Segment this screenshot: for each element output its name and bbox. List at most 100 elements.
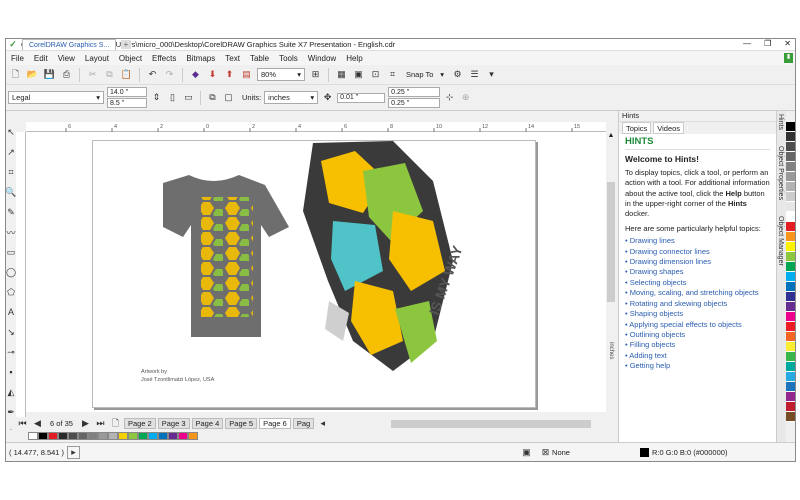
paste-icon[interactable]: 📋 [120, 68, 133, 81]
palette-swatch[interactable] [148, 432, 158, 440]
palette-swatch[interactable] [38, 432, 48, 440]
export-icon[interactable]: ⬆ [223, 68, 236, 81]
menu-file[interactable]: File [6, 54, 29, 63]
palette-swatch[interactable] [786, 392, 795, 402]
palette-swatch[interactable] [786, 232, 795, 242]
palette-swatch[interactable] [786, 132, 795, 142]
status-expand-icon[interactable]: ▸ [67, 446, 81, 459]
palette-swatch[interactable] [786, 272, 795, 282]
palette-swatch[interactable] [786, 142, 795, 152]
side-tab-hints[interactable]: Hints [777, 111, 784, 133]
palette-swatch[interactable] [786, 322, 795, 332]
palette-swatch[interactable] [786, 332, 795, 342]
portrait-icon[interactable]: ▯ [166, 91, 179, 104]
import-icon[interactable]: ⬇ [206, 68, 219, 81]
hint-topic-link[interactable]: • Shaping objects [625, 309, 770, 319]
snap-icon[interactable]: ⌗ [386, 68, 399, 81]
duplicate-y-field[interactable]: 0.25 " [388, 98, 441, 108]
page-tab[interactable]: Pag [292, 418, 315, 429]
rectangle-tool-icon[interactable]: ▭ [6, 242, 16, 262]
add-preset-icon[interactable]: ⊕ [459, 91, 472, 104]
pick-tool-icon[interactable]: ↖ [6, 122, 16, 142]
palette-swatch[interactable] [786, 342, 795, 352]
publish-pdf-icon[interactable]: ▤ [240, 68, 253, 81]
horizontal-ruler[interactable]: 6 4 2 0 2 4 6 8 10 12 14 15 [26, 122, 606, 132]
hint-topic-link[interactable]: • Outlining objects [625, 330, 770, 340]
drawing-canvas[interactable]: IS MY WAY Artwork by José Tzontlimatzi L… [26, 132, 606, 412]
menu-edit[interactable]: Edit [29, 54, 53, 63]
palette-swatch[interactable] [118, 432, 128, 440]
page-width-field[interactable]: 14.0 " [107, 87, 147, 97]
palette-swatch[interactable] [786, 172, 795, 182]
print-icon[interactable]: ⎙ [60, 68, 73, 81]
close-icon[interactable]: ✕ [784, 39, 791, 48]
save-icon[interactable]: 💾 [43, 68, 56, 81]
palette-swatch[interactable] [786, 312, 795, 322]
page-tab[interactable]: Page 4 [191, 418, 224, 429]
hint-topic-link[interactable]: • Getting help [625, 361, 770, 371]
palette-swatch[interactable] [786, 302, 795, 312]
hint-topic-link[interactable]: • Drawing shapes [625, 267, 770, 277]
hint-topic-link[interactable]: • Filling objects [625, 340, 770, 350]
menu-view[interactable]: View [53, 54, 80, 63]
document-tab[interactable]: CorelDRAW Graphics S... [22, 39, 117, 50]
page-tab-active[interactable]: Page 6 [259, 418, 291, 429]
palette-swatch[interactable] [786, 352, 795, 362]
units-select[interactable]: inches ▾ [264, 91, 319, 104]
drawing-page[interactable]: IS MY WAY Artwork by José Tzontlimatzi L… [92, 140, 536, 408]
eyedropper-tool-icon[interactable]: ✒ [6, 402, 16, 422]
full-screen-preview-icon[interactable]: ⊞ [309, 68, 322, 81]
transform-icon[interactable]: ⊹ [443, 91, 456, 104]
freehand-tool-icon[interactable]: ✎ [6, 202, 16, 222]
palette-swatch[interactable] [786, 412, 795, 422]
palette-swatch[interactable] [786, 292, 795, 302]
palette-swatch[interactable] [786, 222, 795, 232]
palette-swatch[interactable] [88, 432, 98, 440]
palette-swatch[interactable] [786, 202, 795, 212]
palette-swatch[interactable] [786, 262, 795, 272]
palette-swatch[interactable] [28, 432, 38, 440]
first-page-icon[interactable]: ⏮ [16, 417, 29, 430]
tab-topics[interactable]: Topics [622, 122, 652, 134]
crop-tool-icon[interactable]: ⌗ [6, 162, 16, 182]
palette-swatch[interactable] [58, 432, 68, 440]
vertical-scrollbar[interactable]: ▲ inches [606, 132, 616, 432]
hint-topic-link[interactable]: • Drawing connector lines [625, 247, 770, 257]
undo-icon[interactable]: ↶ [146, 68, 159, 81]
palette-swatch[interactable] [158, 432, 168, 440]
palette-swatch[interactable] [48, 432, 58, 440]
palette-swatch[interactable] [138, 432, 148, 440]
menu-window[interactable]: Window [303, 54, 341, 63]
palette-swatch[interactable] [68, 432, 78, 440]
palette-swatch[interactable] [178, 432, 188, 440]
duplicate-x-field[interactable]: 0.25 " [388, 87, 441, 97]
horizontal-scroll-thumb[interactable] [391, 419, 592, 428]
palette-swatch[interactable] [786, 402, 795, 412]
search-content-icon[interactable]: ◆ [189, 68, 202, 81]
page-tab[interactable]: Page 2 [123, 418, 156, 429]
launcher-dropdown-icon[interactable]: ▾ [485, 68, 498, 81]
minimize-icon[interactable]: — [743, 39, 751, 48]
side-tab-object-properties[interactable]: Object Properties [777, 143, 784, 203]
menu-bitmaps[interactable]: Bitmaps [181, 54, 220, 63]
palette-swatch[interactable] [786, 152, 795, 162]
new-tab-icon[interactable]: + [121, 40, 131, 49]
palette-swatch[interactable] [786, 252, 795, 262]
application-launcher-icon[interactable]: ☰ [468, 68, 481, 81]
hint-topic-link[interactable]: • Selecting objects [625, 278, 770, 288]
palette-swatch[interactable] [786, 122, 795, 132]
restore-icon[interactable]: ❐ [764, 39, 771, 48]
add-page-icon[interactable]: 🗋 [109, 417, 122, 430]
palette-swatch[interactable] [128, 432, 138, 440]
palette-swatch[interactable] [78, 432, 88, 440]
fill-none-icon[interactable]: ⊠ [539, 446, 552, 459]
palette-swatch[interactable] [98, 432, 108, 440]
hint-topic-link[interactable]: • Adding text [625, 351, 770, 361]
next-page-icon[interactable]: ▶ [79, 417, 92, 430]
shape-tool-icon[interactable]: ↗ [6, 142, 16, 162]
new-document-icon[interactable]: 🗋 [9, 68, 22, 81]
options-icon[interactable]: ⚙ [451, 68, 464, 81]
page-tab[interactable]: Page 3 [157, 418, 190, 429]
outline-swatch[interactable] [639, 448, 649, 457]
nudge-distance-field[interactable]: 0.01 " [337, 92, 386, 103]
